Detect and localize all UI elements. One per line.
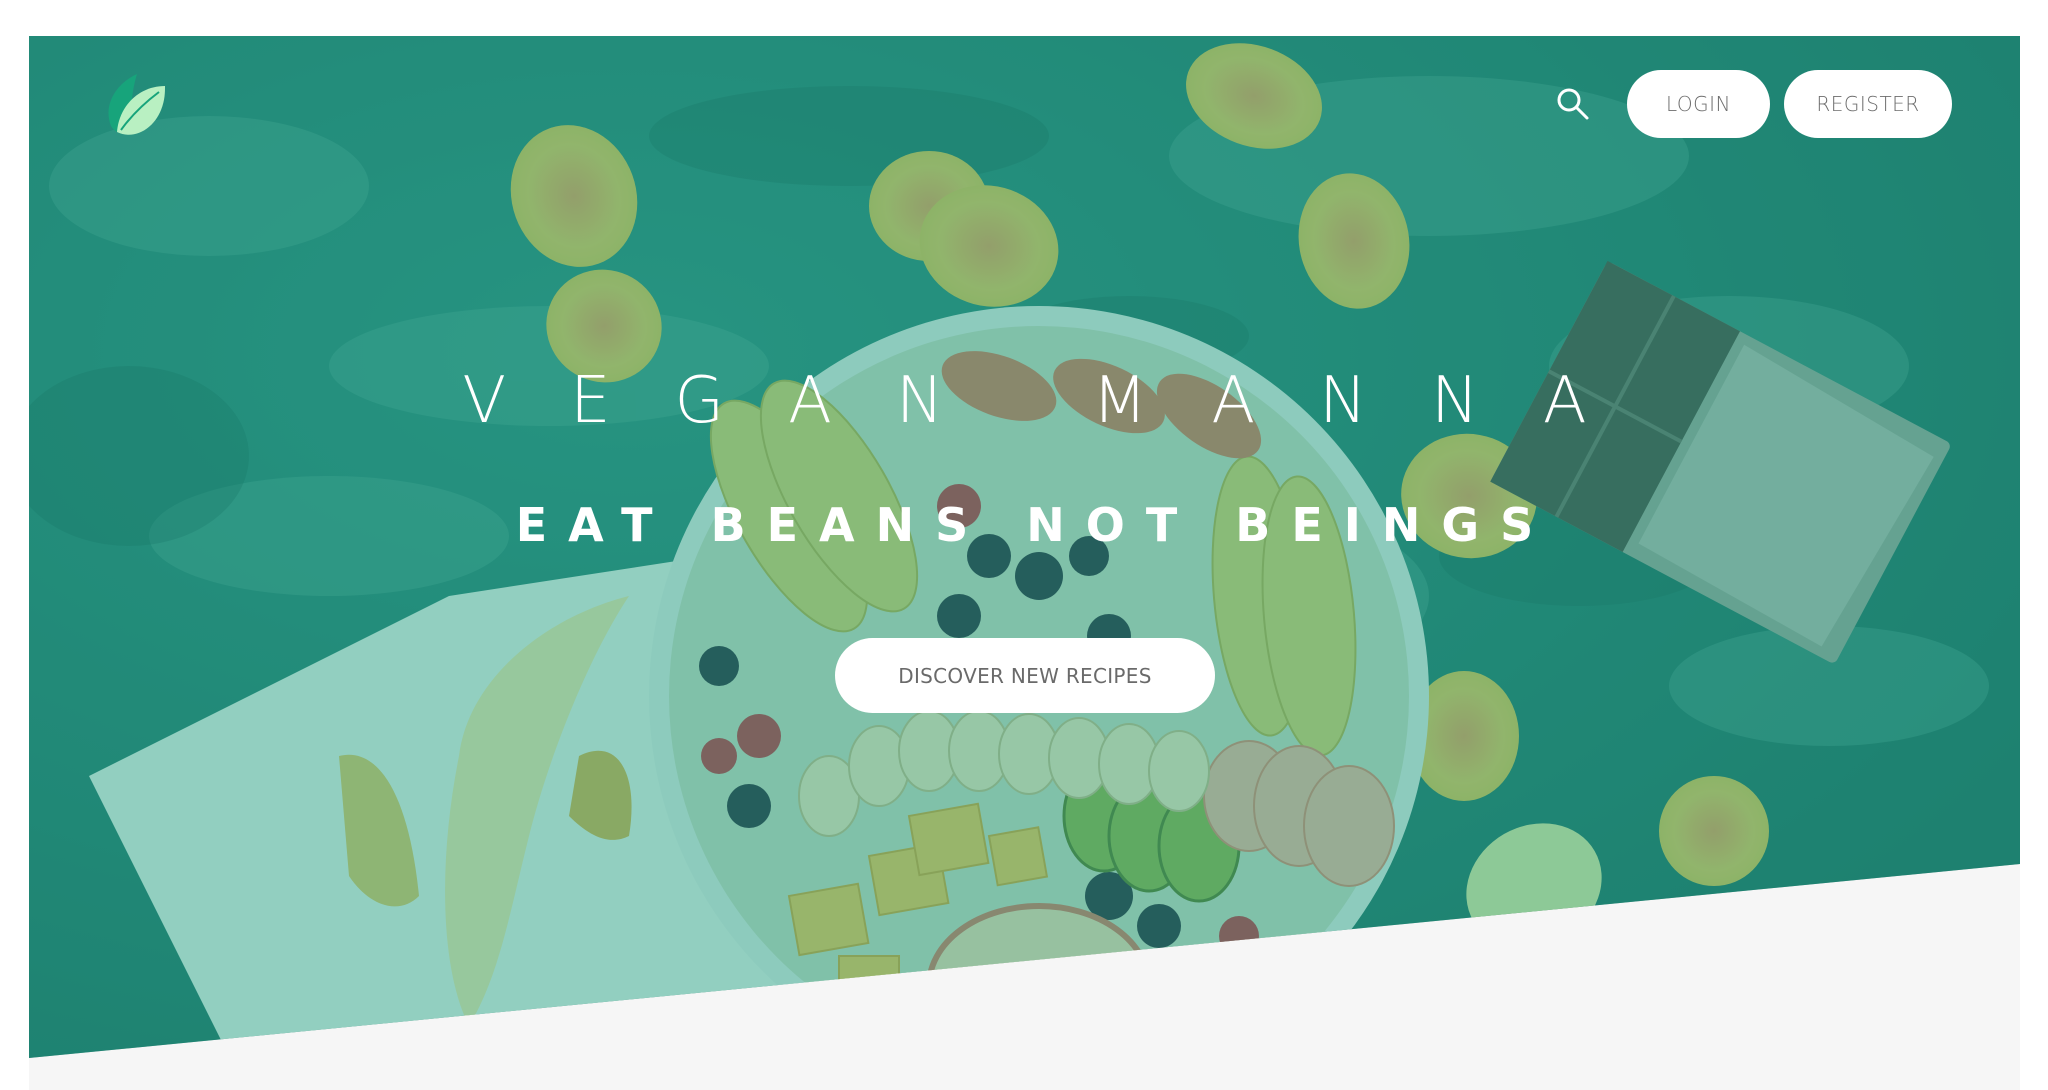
hero-title: VEGAN MANNA [462,364,1651,438]
page: LOGIN REGISTER VEGAN MANNA EAT BEANS NOT… [0,0,2048,1090]
hero-section: LOGIN REGISTER VEGAN MANNA EAT BEANS NOT… [29,36,2020,1090]
search-icon [1557,88,1589,120]
discover-recipes-button[interactable]: DISCOVER NEW RECIPES [835,638,1215,713]
search-button[interactable] [1551,82,1595,126]
header-nav: LOGIN REGISTER [1551,70,1952,138]
leaf-icon[interactable] [101,70,167,142]
hero-background-image [29,36,2020,1090]
login-button[interactable]: LOGIN [1627,70,1770,138]
hero-subtitle: EAT BEANS NOT BEINGS [515,498,1555,552]
register-button[interactable]: REGISTER [1784,70,1952,138]
